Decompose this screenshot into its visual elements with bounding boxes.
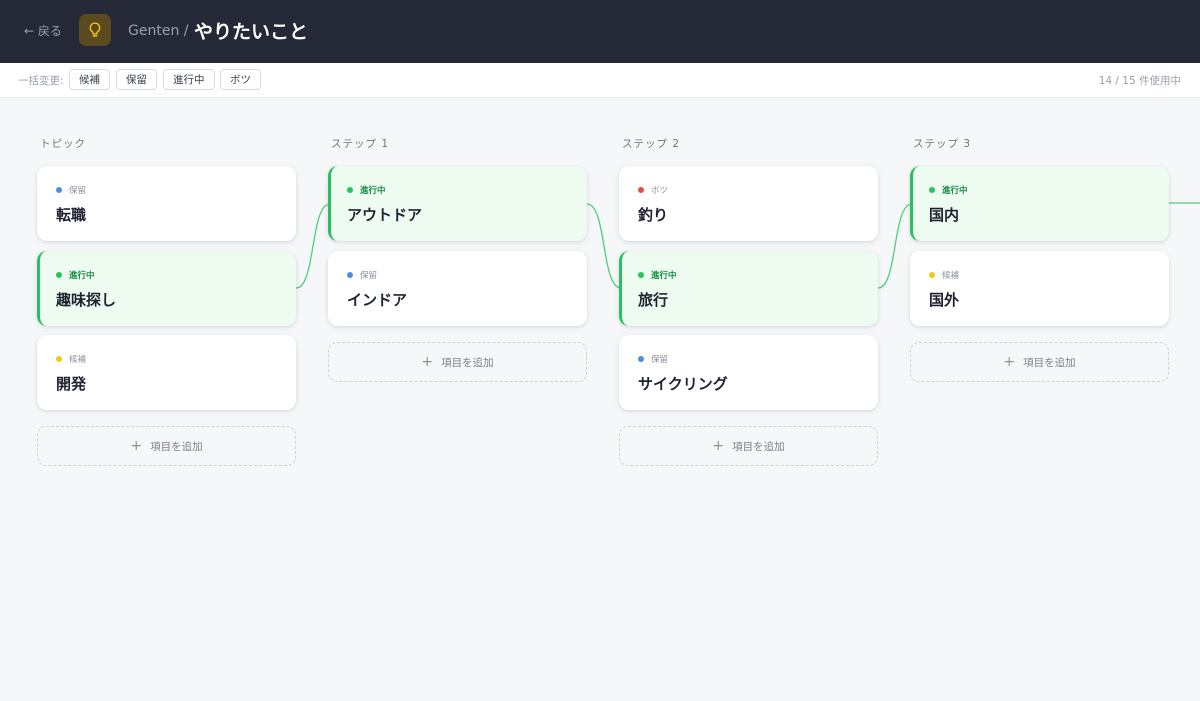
status-badge: 保留 <box>347 269 377 281</box>
connector-line <box>877 203 913 289</box>
status-badge: 進行中 <box>638 269 677 281</box>
bulk-in-progress-button[interactable]: 進行中 <box>163 69 215 90</box>
status-badge: 候補 <box>56 353 86 365</box>
add-item-button[interactable]: + 項目を追加 <box>910 342 1169 382</box>
status-dot-icon <box>56 272 62 278</box>
connector-line <box>586 203 622 289</box>
status-dot-icon <box>929 272 935 278</box>
card-title: 開発 <box>56 375 87 393</box>
column-title-step-2: ステップ 2 <box>622 138 681 150</box>
status-badge: 進行中 <box>56 269 95 281</box>
plus-icon: + <box>130 438 143 454</box>
add-item-button[interactable]: + 項目を追加 <box>328 342 587 382</box>
status-dot-icon <box>638 272 644 278</box>
status-dot-icon <box>56 356 62 362</box>
status-badge: 保留 <box>638 353 668 365</box>
card-title: 国内 <box>929 206 960 224</box>
card-title: 国外 <box>929 291 960 309</box>
status-badge: ボツ <box>638 184 668 196</box>
bulk-candidate-button[interactable]: 候補 <box>69 69 110 90</box>
card-item[interactable]: ボツ 釣り <box>619 166 878 241</box>
page-title: やりたいこと <box>194 21 309 43</box>
card-title: インドア <box>347 291 408 309</box>
lightbulb-icon <box>79 14 111 46</box>
status-badge: 候補 <box>929 269 959 281</box>
status-dot-icon <box>638 187 644 193</box>
status-badge: 進行中 <box>929 184 968 196</box>
breadcrumb[interactable]: Genten / <box>128 23 188 39</box>
plus-icon: + <box>1003 354 1016 370</box>
add-item-button[interactable]: + 項目を追加 <box>619 426 878 466</box>
usage-counter: 14 / 15 件使用中 <box>1098 75 1181 87</box>
card-item[interactable]: 進行中 国内 <box>910 166 1169 241</box>
status-badge: 保留 <box>56 184 86 196</box>
plus-icon: + <box>712 438 725 454</box>
status-dot-icon <box>347 187 353 193</box>
column-title-topic: トピック <box>40 138 86 150</box>
card-item[interactable]: 保留 転職 <box>37 166 296 241</box>
back-button[interactable]: ← 戻る <box>24 22 62 39</box>
column-title-step-1: ステップ 1 <box>331 138 390 150</box>
card-title: 趣味探し <box>56 291 117 309</box>
card-item[interactable]: 進行中 アウトドア <box>328 166 587 241</box>
card-title: サイクリング <box>638 375 728 393</box>
card-item[interactable]: 候補 国外 <box>910 251 1169 326</box>
plus-icon: + <box>421 354 434 370</box>
status-dot-icon <box>638 356 644 362</box>
status-dot-icon <box>56 187 62 193</box>
status-badge: 進行中 <box>347 184 386 196</box>
bulk-change-label: 一括変更: <box>18 75 64 87</box>
card-item[interactable]: 保留 サイクリング <box>619 335 878 410</box>
card-title: 釣り <box>638 206 669 224</box>
card-title: 旅行 <box>638 291 669 309</box>
card-title: 転職 <box>56 206 87 224</box>
card-item[interactable]: 進行中 旅行 <box>619 251 878 326</box>
status-dot-icon <box>929 187 935 193</box>
add-item-button[interactable]: + 項目を追加 <box>37 426 296 466</box>
connector-line <box>295 203 331 289</box>
bulk-hold-button[interactable]: 保留 <box>116 69 157 90</box>
card-item[interactable]: 候補 開発 <box>37 335 296 410</box>
bulk-toolbar: 一括変更: 候補 保留 進行中 ボツ 14 / 15 件使用中 <box>0 63 1200 98</box>
bulk-rejected-button[interactable]: ボツ <box>220 69 261 90</box>
top-bar: ← 戻る Genten / やりたいこと <box>0 0 1200 63</box>
card-item[interactable]: 進行中 趣味探し <box>37 251 296 326</box>
card-item[interactable]: 保留 インドア <box>328 251 587 326</box>
status-dot-icon <box>347 272 353 278</box>
column-title-step-3: ステップ 3 <box>913 138 972 150</box>
card-title: アウトドア <box>347 206 423 224</box>
